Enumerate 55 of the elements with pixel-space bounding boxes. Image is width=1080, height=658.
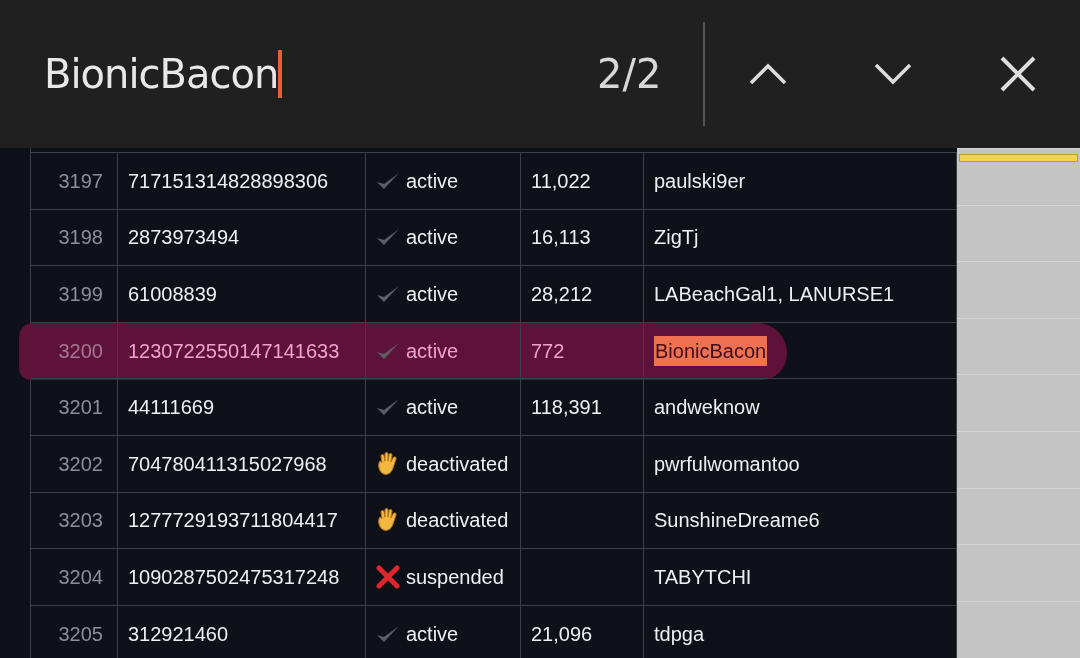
table-cell: 1230722550147141633 [118, 322, 366, 379]
table-cell: 717151314828898306 [118, 153, 366, 209]
table-cell: 1277729193711804417 [118, 492, 366, 549]
table-cell: 16,113 [521, 209, 644, 266]
line-number: 3199 [31, 266, 118, 322]
check-icon [376, 284, 400, 304]
match-count: 2/2 [597, 50, 663, 99]
line-number: 3205 [31, 605, 118, 658]
status-label: active [406, 338, 459, 364]
table-cell-text: SunshineDreame6 [654, 508, 820, 534]
line-number: 3202 [31, 435, 118, 492]
table-cell: 118,391 [521, 379, 644, 435]
scrollbar-track[interactable] [957, 148, 1080, 658]
waving-hand-icon [376, 508, 400, 533]
close-icon [998, 55, 1037, 93]
chevron-up-icon [748, 63, 787, 85]
line-number: 3204 [31, 549, 118, 605]
line-number: 3198 [31, 209, 118, 266]
check-icon [376, 340, 400, 361]
check-icon [376, 170, 400, 191]
cross-mark-icon [376, 564, 400, 589]
line-number: 3201 [31, 379, 118, 435]
table-cell: 772 [521, 322, 644, 379]
table-cell: 44111669 [118, 379, 366, 435]
line-number: 3203 [31, 492, 118, 549]
table-cell: 704780411315027968 [118, 435, 366, 492]
waving-hand-icon [376, 451, 400, 476]
table-cell-text: LABeachGal1, LANURSE1 [654, 282, 895, 307]
status-label: active [406, 282, 459, 307]
table-cell: 61008839 [118, 266, 366, 322]
table-cell: 1090287502475317248 [118, 549, 366, 605]
table-cell-text: ZigTj [654, 225, 699, 251]
line-number: 3200 [31, 322, 118, 379]
table-cell-text: paulski9er [654, 168, 746, 194]
table-cell-text: TABYTCHI [654, 564, 752, 590]
line-number: 3197 [31, 153, 118, 209]
table-cell-text: tdpga [654, 621, 705, 647]
table-cell-text: andweknow [654, 395, 760, 421]
check-icon [376, 623, 400, 644]
status-label: active [406, 225, 459, 251]
table-cell-text: pwrfulwomantoo [654, 451, 800, 477]
status-label: suspended [406, 564, 504, 590]
table-cell: 11,022 [521, 153, 644, 209]
table-cell: 2873973494 [118, 209, 366, 266]
search-query[interactable]: BionicBacon [44, 50, 283, 98]
table-cell: 28,212 [521, 266, 644, 322]
table-cell: BionicBacon [654, 335, 768, 366]
chevron-down-icon [873, 63, 912, 85]
status-label: deactivated [406, 508, 509, 534]
status-label: active [406, 621, 459, 647]
table-cell: 21,096 [521, 605, 644, 658]
table-cell: 312921460 [118, 605, 366, 658]
status-label: deactivated [406, 451, 509, 477]
status-label: active [406, 395, 459, 421]
status-label: active [406, 168, 459, 194]
